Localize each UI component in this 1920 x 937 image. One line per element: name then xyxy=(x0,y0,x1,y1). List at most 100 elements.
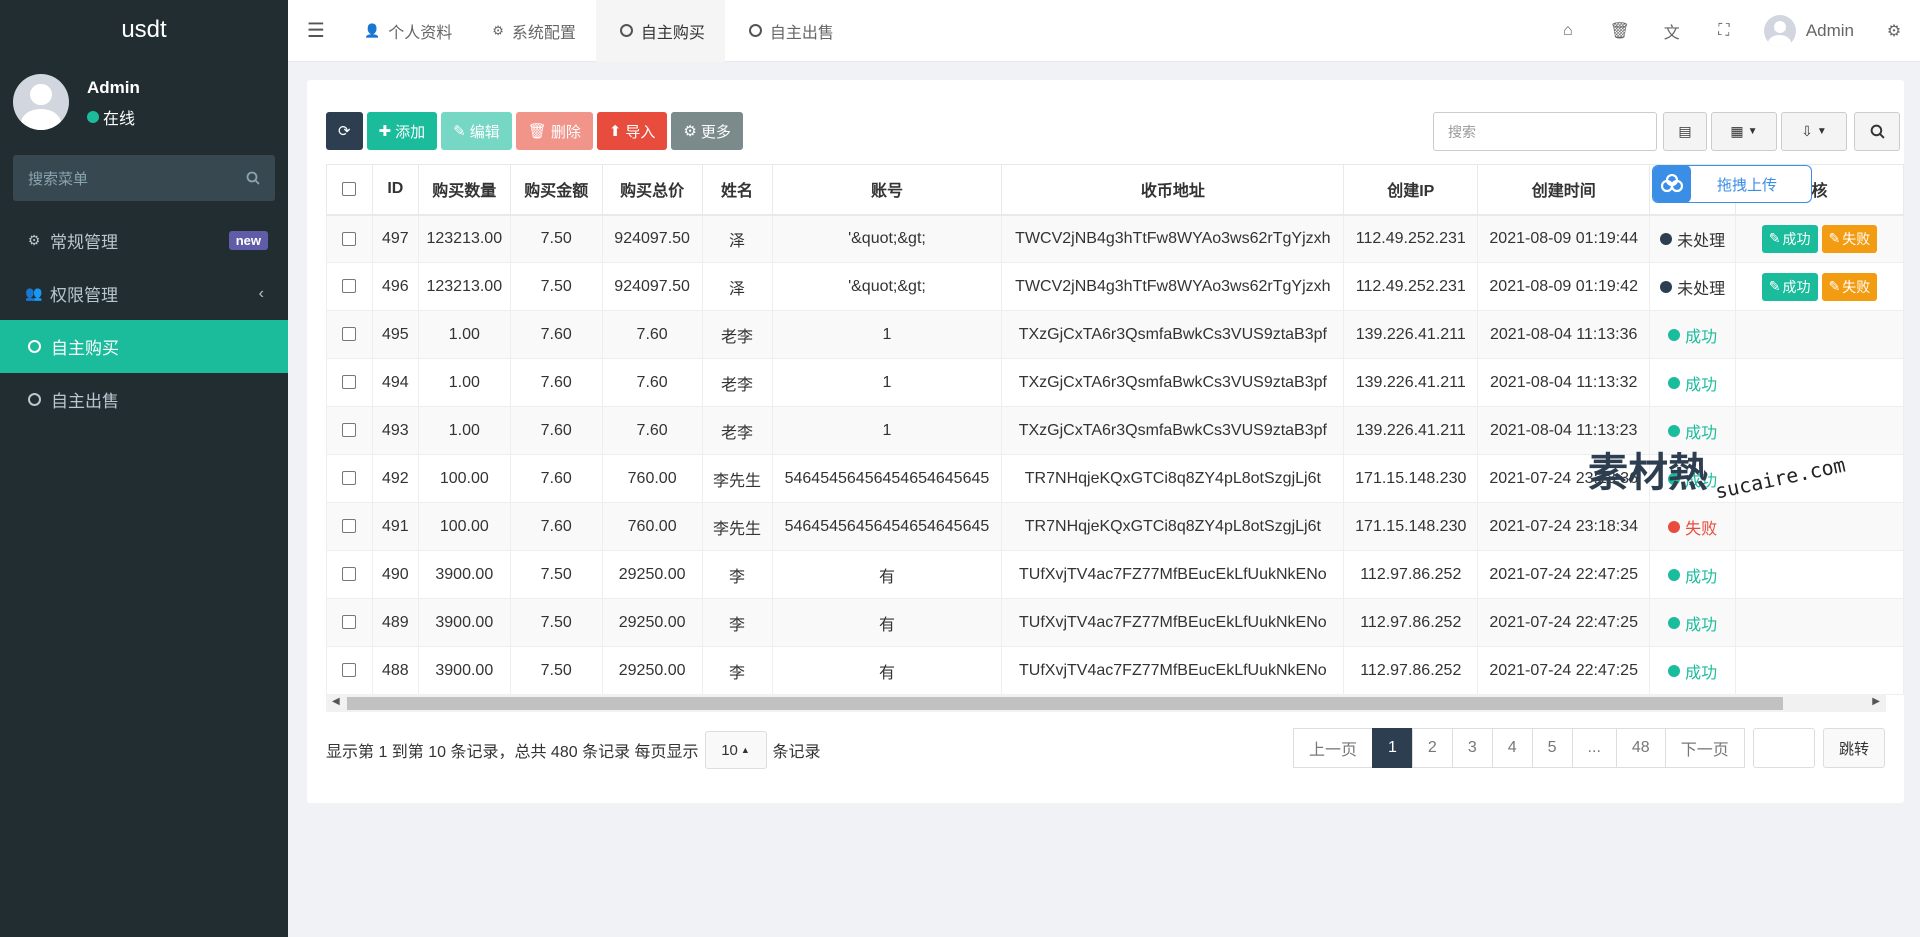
row-checkbox[interactable] xyxy=(342,231,357,246)
row-checkbox[interactable] xyxy=(342,471,357,486)
column-header[interactable]: 购买总价 xyxy=(601,164,703,216)
table-search-input[interactable]: 搜索 xyxy=(1433,112,1657,151)
cell-total: 760.00 xyxy=(601,454,703,503)
reject-button[interactable]: ✎ 失败 xyxy=(1821,224,1878,253)
table-row[interactable]: 491 100.00 7.60 760.00 李先生 546454564564546546… xyxy=(326,502,1904,551)
cell-qty: 100.00 xyxy=(417,502,511,551)
home-icon[interactable]: ⌂ xyxy=(1542,22,1594,40)
row-checkbox[interactable] xyxy=(342,519,357,534)
jump-button[interactable]: 跳转 xyxy=(1823,728,1885,768)
column-header[interactable]: 购买数量 xyxy=(417,164,511,216)
prev-page-button[interactable]: 上一页 xyxy=(1293,728,1374,768)
gear-icon: ⚙ xyxy=(492,22,504,38)
sidebar-item-buy[interactable]: 自主购买 xyxy=(0,320,288,373)
column-header[interactable]: ID xyxy=(371,164,419,216)
menu-toggle-icon[interactable]: ☰ xyxy=(288,18,344,43)
column-header[interactable]: 购买金额 xyxy=(509,164,603,216)
horizontal-scrollbar[interactable]: ◀ ▶ xyxy=(326,694,1886,712)
page-button[interactable]: 1 xyxy=(1372,728,1413,768)
cell-time: 2021-07-24 22:47:25 xyxy=(1477,646,1651,695)
tab-buy[interactable]: 自主购买 xyxy=(595,0,725,62)
row-select-cell[interactable] xyxy=(326,406,373,455)
row-select-cell[interactable] xyxy=(326,214,373,263)
reject-button[interactable]: ✎ 失败 xyxy=(1821,272,1878,301)
row-checkbox[interactable] xyxy=(342,375,357,390)
row-select-cell[interactable] xyxy=(326,358,373,407)
delete-button[interactable]: 🗑 删除 xyxy=(515,112,593,150)
toggle-view-button[interactable]: ▤ xyxy=(1663,112,1707,151)
jump-page-input[interactable] xyxy=(1753,728,1815,768)
page-button[interactable]: 48 xyxy=(1615,728,1666,768)
search-icon[interactable] xyxy=(246,171,260,185)
page-button[interactable]: 2 xyxy=(1411,728,1453,768)
row-select-cell[interactable] xyxy=(326,598,373,647)
page-size-select[interactable]: 10 ▲ xyxy=(704,731,767,769)
table-row[interactable]: 490 3900.00 7.50 29250.00 李有 TUfXvjTV4ac7FZ77… xyxy=(326,550,1904,599)
more-button[interactable]: ⚙ 更多 xyxy=(671,112,743,150)
select-all-checkbox[interactable] xyxy=(342,182,357,197)
row-select-cell[interactable] xyxy=(326,646,373,695)
table-row[interactable]: 495 1.00 7.60 7.60 老李 1 TXzGjCxTA6r3QsmfaBwkCs… xyxy=(326,310,1904,359)
row-select-cell[interactable] xyxy=(326,502,373,551)
table-row[interactable]: 489 3900.00 7.50 29250.00 李有 TUfXvjTV4ac7FZ77… xyxy=(326,598,1904,647)
row-select-cell[interactable] xyxy=(326,310,373,359)
column-header[interactable]: 姓名 xyxy=(701,164,773,216)
edit-button[interactable]: ✎ 编辑 xyxy=(441,112,512,150)
import-button[interactable]: ⬆ 导入 xyxy=(596,112,668,150)
row-select-cell[interactable] xyxy=(326,550,373,599)
cell-account: 1 xyxy=(771,310,1003,359)
table-row[interactable]: 494 1.00 7.60 7.60 老李 1 TXzGjCxTA6r3QsmfaBwkCs… xyxy=(326,358,1904,407)
table-row[interactable]: 488 3900.00 7.50 29250.00 李有 TUfXvjTV4ac7FZ77… xyxy=(326,646,1904,695)
column-header[interactable]: 创建时间 xyxy=(1477,164,1651,216)
table-container: ID 购买数量 购买金额 购买总价 姓名 账号 收币地址 创建IP 创建时间 核… xyxy=(326,164,1904,696)
translate-icon[interactable]: 文 xyxy=(1646,19,1698,43)
page-button[interactable]: 4 xyxy=(1491,728,1533,768)
cell-price: 7.50 xyxy=(509,598,603,647)
settings-icon[interactable]: ⚙ xyxy=(1868,21,1920,41)
row-select-cell[interactable] xyxy=(326,454,373,503)
row-checkbox[interactable] xyxy=(342,279,357,294)
approve-button[interactable]: ✎ 成功 xyxy=(1761,224,1818,253)
tab-system-config[interactable]: ⚙ 系统配置 xyxy=(472,0,596,62)
add-button[interactable]: ✚ 添加 xyxy=(366,112,438,150)
row-select-cell[interactable] xyxy=(326,262,373,311)
sidebar-item-permissions[interactable]: 👥 权限管理 ‹ xyxy=(0,267,288,320)
cell-time: 2021-08-09 01:19:42 xyxy=(1477,262,1651,311)
cell-price: 7.60 xyxy=(509,406,603,455)
tab-sell[interactable]: 自主出售 xyxy=(725,0,854,62)
table-row[interactable]: 497 123213.00 7.50 924097.50 泽 '&quot;&gt; TWC… xyxy=(326,214,1904,263)
scroll-thumb[interactable] xyxy=(347,697,1783,710)
column-header[interactable]: 创建IP xyxy=(1343,164,1479,216)
row-checkbox[interactable] xyxy=(342,423,357,438)
search-button[interactable] xyxy=(1854,112,1900,151)
page-button[interactable]: 5 xyxy=(1531,728,1573,768)
export-button[interactable]: ⇩ ▼ xyxy=(1781,112,1847,151)
menu-search-placeholder: 搜索菜单 xyxy=(28,170,89,188)
tab-profile[interactable]: 👤 个人资料 xyxy=(344,0,472,62)
page-button[interactable]: 3 xyxy=(1451,728,1493,768)
status-badge: 成功 xyxy=(1668,371,1717,395)
column-header[interactable]: 账号 xyxy=(771,164,1003,216)
approve-button[interactable]: ✎ 成功 xyxy=(1761,272,1818,301)
columns-button[interactable]: ▦ ▼ xyxy=(1711,112,1777,151)
row-checkbox[interactable] xyxy=(342,567,357,582)
scroll-left-icon[interactable]: ◀ xyxy=(332,696,340,707)
caret-up-icon: ▲ xyxy=(740,745,750,755)
top-user-menu[interactable]: Admin xyxy=(1750,15,1868,47)
scroll-right-icon[interactable]: ▶ xyxy=(1872,696,1880,707)
fullscreen-icon[interactable]: ⛶ xyxy=(1698,22,1750,40)
trash-icon[interactable]: 🗑 xyxy=(1594,21,1646,41)
row-checkbox[interactable] xyxy=(342,327,357,342)
refresh-button[interactable]: ⟳ xyxy=(326,112,363,150)
next-page-button[interactable]: 下一页 xyxy=(1664,728,1745,768)
column-header[interactable]: 收币地址 xyxy=(1001,164,1345,216)
sidebar-item-sell[interactable]: 自主出售 xyxy=(0,373,288,426)
select-all-cell[interactable] xyxy=(326,164,373,216)
app-logo[interactable]: usdt xyxy=(0,0,288,62)
row-checkbox[interactable] xyxy=(342,663,357,678)
row-checkbox[interactable] xyxy=(342,615,357,630)
drag-upload-widget[interactable]: 拖拽上传 xyxy=(1652,165,1812,203)
table-row[interactable]: 496 123213.00 7.50 924097.50 泽 '&quot;&gt; TWC… xyxy=(326,262,1904,311)
sidebar-item-general[interactable]: ⚙ 常规管理 new xyxy=(0,214,288,267)
menu-search-input[interactable]: 搜索菜单 xyxy=(13,155,275,201)
